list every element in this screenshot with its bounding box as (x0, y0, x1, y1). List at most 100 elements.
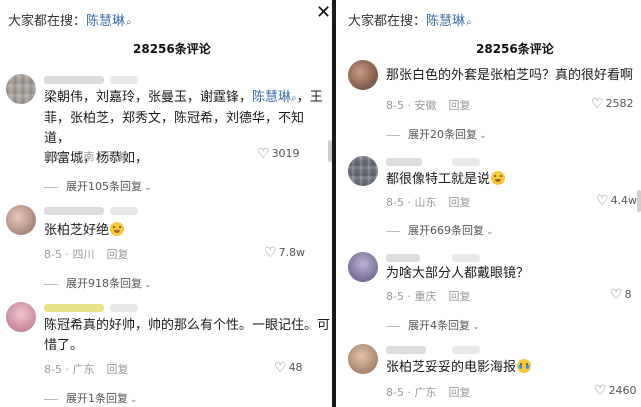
expand-replies-label: 展开1条回复 (66, 392, 128, 405)
search-suggestion[interactable]: 大家都在搜：陈慧琳⌕ (8, 10, 132, 29)
heart-icon[interactable]: ♡ (591, 96, 604, 112)
divider-line (44, 186, 58, 188)
like-button[interactable]: ♡ 3019 (257, 146, 300, 162)
username[interactable] (44, 76, 138, 84)
avatar[interactable] (6, 302, 36, 332)
smile-emoji-icon (491, 171, 506, 185)
expand-replies-button[interactable]: 展开4条回复 ⌄ (386, 317, 480, 333)
right-comment-panel: 大家都在搜：陈慧琳⌕ 28256条评论 那张白色的外套是张柏芝吗？真的很好看啊 … (336, 0, 641, 407)
comment-text: 为啥大部分人都戴眼镜？ (386, 266, 530, 281)
smile-emoji-icon (110, 222, 125, 236)
heart-icon[interactable]: ♡ (274, 360, 287, 376)
comment-item: 梁朝伟，刘嘉玲，张曼玉，谢霆锋，陈慧琳⌕，王 菲，张柏芝，郑秀文，陈冠希，刘德华… (6, 74, 326, 194)
comment-line: 都很像特工就是说 (386, 172, 491, 187)
comment-text: 都很像特工就是说 (386, 170, 638, 190)
avatar[interactable] (348, 344, 378, 374)
comment-date-location: 8-5 · 山东 (386, 196, 437, 209)
like-button[interactable]: ♡ 2582 (591, 96, 634, 112)
comment-item: 那张白色的外套是张柏芝吗？真的很好看啊 8-5 · 安徽 回复 ♡ 2582 展开2… (348, 60, 638, 142)
chevron-down-icon: ⌄ (144, 280, 152, 290)
comment-text: 张柏芝妥妥的电影海报 (386, 358, 638, 378)
comment-date-location: 8-5 · 四川 (44, 248, 95, 261)
reply-button[interactable]: 回复 (106, 150, 128, 163)
avatar[interactable] (348, 156, 378, 186)
comment-item: 张柏芝妥妥的电影海报 8-5 · 广东 回复 ♡ 2460 (348, 344, 638, 407)
close-icon[interactable]: ✕ (316, 2, 331, 23)
expand-replies-button[interactable]: 展开1条回复 ⌄ (44, 390, 138, 406)
comment-meta: 8-5 · 广东 回复 (386, 384, 470, 400)
avatar[interactable] (6, 74, 36, 104)
username[interactable] (44, 207, 138, 215)
like-button[interactable]: ♡ 8 (610, 287, 632, 303)
comment-text: 那张白色的外套是张柏芝吗？真的很好看啊 (386, 68, 634, 83)
username[interactable] (386, 346, 480, 354)
reply-button[interactable]: 回复 (448, 386, 470, 399)
like-count: 4.4w (610, 194, 638, 207)
avatar[interactable] (348, 60, 378, 90)
search-term-link[interactable]: 陈慧琳 (426, 14, 465, 29)
username[interactable] (386, 158, 480, 166)
like-count: 7.8w (278, 246, 306, 259)
heart-icon[interactable]: ♡ (596, 193, 609, 209)
expand-replies-button[interactable]: 展开918条回复 ⌄ (44, 275, 152, 291)
divider-line (386, 134, 400, 136)
expand-replies-label: 展开105条回复 (66, 180, 142, 193)
comment-meta: 8-5 · 四川 回复 (44, 246, 128, 262)
like-button[interactable]: ♡ 7.8w (264, 245, 305, 261)
comment-meta: 8-5 · 广东 回复 (44, 361, 128, 377)
avatar[interactable] (6, 205, 36, 235)
like-button[interactable]: ♡ 2460 (594, 383, 637, 399)
avatar[interactable] (348, 252, 378, 282)
comment-count-title: 28256条评论 (133, 42, 211, 56)
comment-line: 梁朝伟，刘嘉玲，张曼玉，谢霆锋， (44, 90, 253, 105)
heart-icon[interactable]: ♡ (257, 146, 270, 162)
like-button[interactable]: ♡ 48 (274, 360, 303, 376)
expand-replies-label: 展开20条回复 (408, 128, 477, 141)
expand-replies-button[interactable]: 展开105条回复 ⌄ (44, 178, 152, 194)
expand-replies-label: 展开4条回复 (408, 319, 470, 332)
reply-button[interactable]: 回复 (448, 290, 470, 303)
heart-icon[interactable]: ♡ (594, 383, 607, 399)
like-button[interactable]: ♡ 4.4w (596, 193, 637, 209)
comment-line: ，王 (296, 90, 323, 105)
search-icon[interactable]: ⌕ (466, 17, 472, 28)
chevron-down-icon: ⌄ (486, 227, 494, 237)
search-prefix: 大家都在搜： (348, 14, 427, 29)
comment-date-location: 8-5 · 广东 (44, 363, 95, 376)
comment-meta: 8-6 · 河南 回复 (44, 148, 128, 164)
like-count: 3019 (271, 147, 300, 160)
reply-button[interactable]: 回复 (106, 248, 128, 261)
comment-line: 菲，张柏芝，郑秀文，陈冠希，刘德华，不知道， (44, 111, 305, 146)
expand-replies-label: 展开669条回复 (408, 224, 484, 237)
divider-line (386, 230, 400, 232)
divider-line (386, 325, 400, 327)
comment-item: 陈冠希真的好帅，帅的那么有个性。一眼记住。可 惜了。 8-5 · 广东 回复 ♡ 4… (6, 302, 330, 407)
reply-button[interactable]: 回复 (448, 196, 470, 209)
expand-replies-button[interactable]: 展开20条回复 ⌄ (386, 126, 487, 142)
comment-text: 陈冠希真的好帅，帅的那么有个性。一眼记住。可 惜了。 (44, 316, 332, 356)
like-count: 8 (624, 288, 632, 301)
chevron-down-icon: ⌄ (479, 131, 487, 141)
comment-line: 惜了。 (44, 338, 84, 353)
comment-item: 张柏芝好绝 8-5 · 四川 回复 ♡ 7.8w 展开918条回复 ⌄ (6, 205, 326, 295)
heart-icon[interactable]: ♡ (610, 287, 623, 303)
expand-replies-button[interactable]: 展开669条回复 ⌄ (386, 222, 494, 238)
search-icon[interactable]: ⌕ (126, 17, 132, 28)
username[interactable] (44, 304, 138, 312)
search-prefix: 大家都在搜： (8, 14, 87, 29)
search-term-link[interactable]: 陈慧琳 (86, 14, 125, 29)
chevron-down-icon: ⌄ (472, 322, 480, 332)
reply-button[interactable]: 回复 (106, 363, 128, 376)
comment-meta: 8-5 · 安徽 回复 (386, 97, 470, 113)
comment-line: 张柏芝妥妥的电影海报 (386, 360, 517, 375)
comment-item: 都很像特工就是说 8-5 · 山东 回复 ♡ 4.4w 展开669条回复 ⌄ (348, 156, 638, 238)
comment-meta: 8-5 · 重庆 回复 (386, 288, 470, 304)
reply-button[interactable]: 回复 (448, 99, 470, 112)
username[interactable] (386, 254, 480, 262)
search-suggestion[interactable]: 大家都在搜：陈慧琳⌕ (348, 10, 472, 29)
comment-meta: 8-5 · 山东 回复 (386, 194, 470, 210)
heart-icon[interactable]: ♡ (264, 245, 277, 261)
comment-date-location: 8-5 · 广东 (386, 386, 437, 399)
mention-link[interactable]: 陈慧琳 (252, 90, 291, 105)
scrollbar[interactable] (637, 190, 641, 212)
